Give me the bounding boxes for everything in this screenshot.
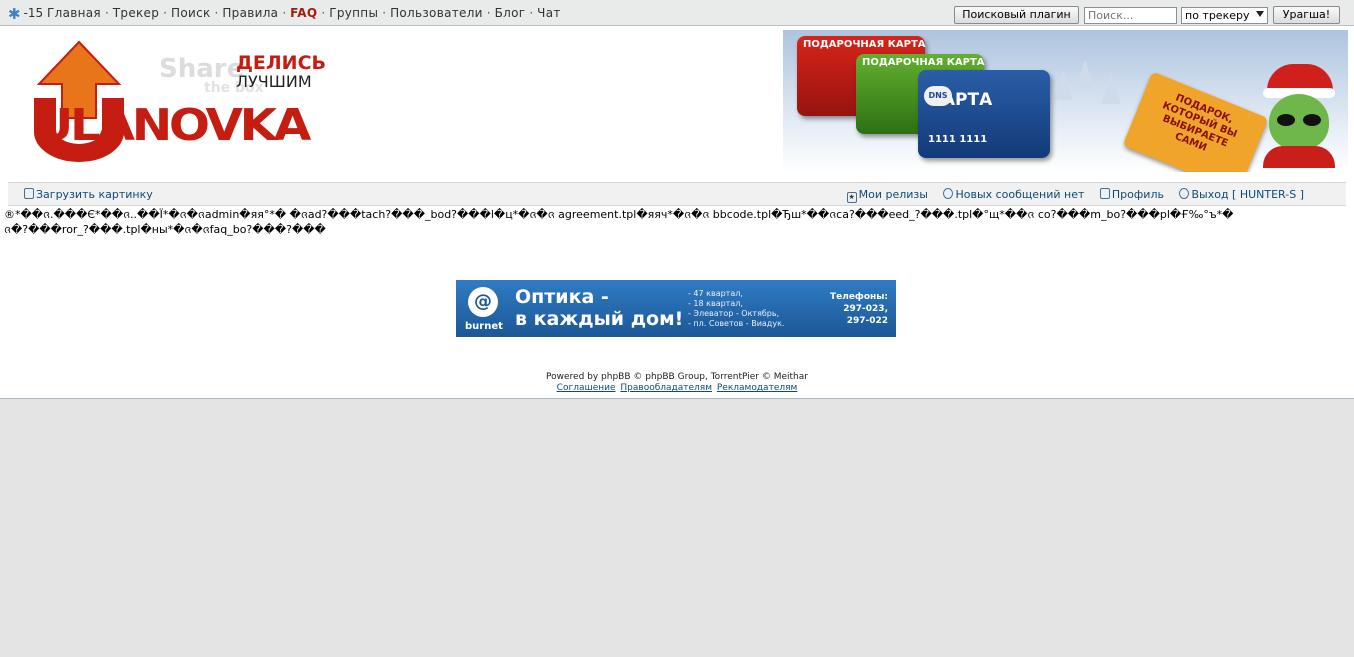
nav-separator: · <box>486 6 491 20</box>
logo-wordmark: ULANOVKA <box>34 100 311 151</box>
gift-card-label: ПОДАРОЧНАЯ КАРТА <box>862 57 985 68</box>
top-nav: ✱ -15 Главная · Трекер · Поиск · Правила · FAQ · Гр… <box>8 5 561 23</box>
ad-headline-2: в каждый дом! <box>515 308 684 330</box>
nav-separator: · <box>104 6 109 20</box>
nav-separator: · <box>529 6 534 20</box>
powered-by: Powered by phpBB © phpBB Group, TorrentP… <box>546 372 808 382</box>
gift-tag-text: ПОДАРОК, КОТОРЫЙ ВЫ ВЫБИРАЕТЕ САМИ <box>1160 92 1239 154</box>
user-bar: Загрузить картинку ★ Мои релизы Новых соо… <box>8 182 1346 206</box>
ad-location: - 18 квартал, <box>688 299 743 308</box>
nav-groups[interactable]: Группы <box>329 6 378 20</box>
ad-headline-1: Оптика - <box>515 286 609 308</box>
profile-icon <box>1099 188 1110 199</box>
ad-brand: burnet <box>465 321 503 332</box>
top-bar: ✱ -15 Главная · Трекер · Поиск · Правила · FAQ · Гр… <box>0 0 1354 26</box>
nav-blog[interactable]: Блог <box>495 6 526 20</box>
logo-tagline-top: ДЕЛИСЬ <box>236 52 327 74</box>
user-bar-right: ★ Мои релизы Новых сообщений нет Профиль … <box>846 188 1304 203</box>
footer-links: Соглашение Правообладателям Рекламодател… <box>0 383 1354 393</box>
footer-link-rightholders[interactable]: Правообладателям <box>620 383 712 393</box>
ad-location: - 47 квартал, <box>688 289 743 298</box>
message-icon <box>943 188 954 199</box>
chevron-down-icon <box>1256 11 1264 17</box>
ad-phone: 297-023, <box>843 304 888 314</box>
nav-separator: · <box>382 6 387 20</box>
logout-link[interactable]: Выход [ HUNTER-S ] <box>1191 188 1304 201</box>
nav-tracker[interactable]: Трекер <box>113 6 159 20</box>
burnet-logo-icon: @ <box>468 287 498 317</box>
nav-faq[interactable]: FAQ <box>290 6 317 20</box>
ad-phones: Телефоны: 297-023, 297-022 <box>830 291 888 327</box>
tracker-select[interactable]: по трекеру <box>1181 7 1268 24</box>
ad-phones-label: Телефоны: <box>829 292 888 302</box>
corrupted-text: ®*��ᨩ.���Є*��ᨩ..��Ї*�ᨩ�ᨩadmin�яя°*� �ᨩad… <box>4 208 1234 236</box>
alien-body <box>1263 146 1335 168</box>
nav-chat[interactable]: Чат <box>537 6 560 20</box>
nav-separator: · <box>282 6 287 20</box>
alien-eye <box>1303 114 1321 126</box>
ad-location: - пл. Советов - Виадук. <box>688 319 785 328</box>
search-go-button[interactable]: Урагша! <box>1273 6 1340 24</box>
alien-eye <box>1277 114 1295 126</box>
gift-card-label: ПОДАРОЧНАЯ КАРТА <box>803 39 926 50</box>
nav-separator: · <box>214 6 219 20</box>
ad-locations: - 47 квартал, - 18 квартал, - Элеватор -… <box>688 289 784 329</box>
logo-tagline-bottom: ЛУЧШИМ <box>236 72 312 91</box>
gift-card-blue: КАРТА DNS 1111 1111 <box>918 70 1050 158</box>
alien-santa-image <box>1261 64 1335 168</box>
new-messages-link[interactable]: Новых сообщений нет <box>955 188 1084 201</box>
dns-logo: DNS <box>924 86 952 106</box>
nav-users[interactable]: Пользователи <box>390 6 483 20</box>
upload-image-link[interactable]: Загрузить картинку <box>36 188 153 201</box>
nav-home[interactable]: Главная <box>47 6 101 20</box>
profile-link[interactable]: Профиль <box>1112 188 1164 201</box>
my-releases-link[interactable]: Мои релизы <box>859 188 928 201</box>
optics-ad-banner[interactable]: @ burnet Оптика - в каждый дом! - 47 ква… <box>456 280 896 337</box>
nav-separator: · <box>321 6 326 20</box>
star-icon: ★ <box>846 192 857 203</box>
page-container: ✱ -15 Главная · Трекер · Поиск · Правила · FAQ · Гр… <box>0 0 1354 399</box>
search-input[interactable] <box>1084 7 1177 24</box>
nav-rules[interactable]: Правила <box>222 6 278 20</box>
nav-separator: · <box>163 6 167 20</box>
upload-image-icon <box>24 188 34 199</box>
tree-decoration <box>1053 70 1073 100</box>
tree-decoration <box>1101 74 1121 104</box>
tracker-select-value: по трекеру <box>1185 9 1250 22</box>
site-logo[interactable]: Share the box ДЕЛИСЬ ЛУЧШИМ ULANOVKA <box>14 40 334 168</box>
nav-search[interactable]: Поиск <box>171 6 211 20</box>
gift-card-number: 1111 1111 <box>928 134 988 145</box>
ad-phone: 297-022 <box>846 316 888 326</box>
snowflake-icon: ✱ <box>8 5 21 23</box>
tree-decoration <box>1075 60 1095 90</box>
gift-tag: ПОДАРОК, КОТОРЫЙ ВЫ ВЫБИРАЕТЕ САМИ <box>1122 71 1269 172</box>
temperature: -15 <box>23 6 44 20</box>
footer-link-advertisers[interactable]: Рекламодателям <box>717 383 797 393</box>
ad-location: - Элеватор - Октябрь, <box>688 309 780 318</box>
footer-link-agreement[interactable]: Соглашение <box>557 383 616 393</box>
gift-card-banner[interactable]: ПОДАРОЧНАЯ КАРТА ПОДАРОЧНАЯ КАРТА КАРТА … <box>783 30 1348 172</box>
logout-icon <box>1179 188 1190 199</box>
user-bar-left: Загрузить картинку <box>24 188 153 201</box>
search-plugin-button[interactable]: Поисковый плагин <box>954 6 1079 24</box>
